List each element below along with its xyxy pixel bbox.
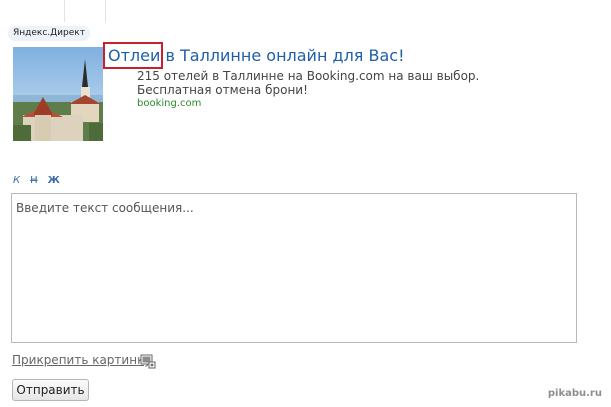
message-input[interactable] — [11, 193, 577, 343]
title-highlighted-word[interactable]: Отлеи — [102, 42, 164, 69]
comment-form-page: Яндекс.Директ Отлеи в Таллинне онлайн дл… — [0, 0, 611, 407]
strikethrough-button[interactable]: Н — [30, 175, 38, 186]
format-toolbar: КНЖ — [13, 175, 70, 186]
bold-button[interactable]: Ж — [48, 175, 60, 186]
send-button[interactable]: Отправить — [12, 379, 89, 401]
watermark: pikabu.ru — [547, 388, 602, 399]
ad-title-link[interactable]: Отлеи в Таллинне онлайн для Вас! — [102, 42, 405, 69]
title-rest[interactable]: в Таллинне онлайн для Вас! — [160, 46, 404, 65]
italic-button[interactable]: К — [13, 175, 20, 186]
divider — [64, 0, 65, 22]
image-attach-icon[interactable] — [140, 353, 156, 369]
ad-image[interactable] — [13, 47, 103, 141]
ad-domain[interactable]: booking.com — [137, 98, 201, 109]
attach-image-link[interactable]: Прикрепить картинку — [12, 353, 151, 367]
divider — [105, 0, 106, 22]
ad-description: 215 отелей в Таллинне на Booking.com на … — [137, 69, 480, 97]
yandex-direct-label[interactable]: Яндекс.Директ — [8, 26, 90, 41]
